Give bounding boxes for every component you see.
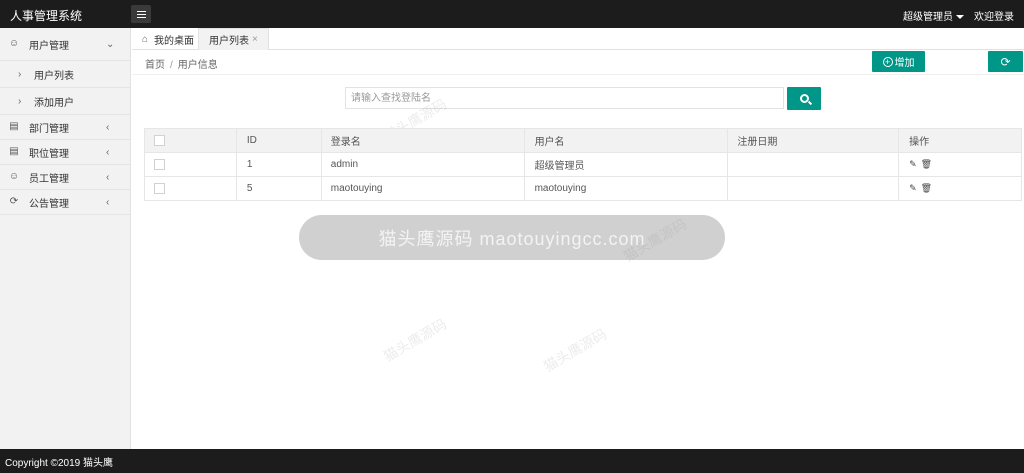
cell-date — [727, 176, 900, 201]
megaphone-icon: ⟳ — [9, 196, 19, 207]
sidebar-item-label: 员工管理 — [29, 173, 69, 185]
row-checkbox[interactable] — [154, 182, 165, 194]
sidebar-item-label: 职位管理 — [29, 148, 69, 160]
chevron-left-icon: ‹ — [106, 171, 110, 183]
add-button[interactable]: + 增加 — [872, 51, 925, 72]
tab-bar: ⌂ 我的桌面 用户列表 × — [132, 28, 1024, 50]
row-checkbox[interactable] — [154, 158, 165, 170]
cell-username: maotouying — [523, 176, 729, 201]
user-menu-label: 超级管理员 — [903, 12, 953, 23]
tab-user-list[interactable]: 用户列表 × — [198, 28, 269, 50]
tab-home[interactable]: ⌂ 我的桌面 — [136, 28, 194, 50]
cell-actions: ✎ 🗑 — [898, 176, 1022, 201]
sidebar-item-department[interactable]: ▤ 部门管理 ‹ — [0, 115, 130, 140]
chevron-down-icon: ⌄ — [106, 38, 115, 50]
refresh-icon: ⟳ — [1000, 54, 1011, 69]
cell-username: 超级管理员 — [523, 152, 729, 177]
table-header-row: ID 登录名 用户名 注册日期 操作 — [144, 128, 1022, 153]
sidebar-subitem-label: 用户列表 — [34, 70, 74, 82]
cell-date — [727, 152, 900, 177]
chevron-right-icon: › — [18, 95, 22, 107]
login-link[interactable]: 欢迎登录 — [974, 8, 1014, 23]
tab-home-label: 我的桌面 — [154, 35, 194, 47]
sidebar: ☺ 用户管理 ⌄ › 用户列表 › 添加用户 ▤ 部门管理 ‹ ▤ 职位管理 ‹… — [0, 28, 131, 449]
refresh-button[interactable]: ⟳ — [988, 51, 1023, 72]
breadcrumb-home[interactable]: 首页 — [145, 60, 165, 71]
users-icon: ☺ — [8, 171, 20, 182]
divider — [132, 74, 1024, 75]
chevron-right-icon: › — [18, 68, 22, 80]
sidebar-item-announcement[interactable]: ⟳ 公告管理 ‹ — [0, 190, 130, 215]
sidebar-subitem-label: 添加用户 — [34, 97, 74, 109]
hamburger-icon — [136, 10, 146, 12]
trash-icon[interactable]: 🗑 — [921, 183, 932, 194]
sidebar-item-label: 用户管理 — [29, 40, 69, 52]
cell-login: admin — [320, 152, 525, 177]
sidebar-item-label: 公告管理 — [29, 198, 69, 210]
sidebar-subitem-user-list[interactable]: › 用户列表 — [0, 61, 130, 88]
column-header-username: 用户名 — [523, 128, 729, 153]
trash-icon[interactable]: 🗑 — [921, 159, 932, 170]
plus-circle-icon: + — [882, 56, 893, 67]
edit-icon[interactable]: ✎ — [909, 159, 917, 170]
briefcase-icon: ▤ — [9, 146, 19, 157]
edit-icon[interactable]: ✎ — [909, 183, 917, 194]
caret-down-icon — [956, 15, 964, 20]
cell-id: 5 — [235, 176, 322, 201]
user-icon: ☺ — [8, 38, 20, 49]
search-input[interactable] — [345, 87, 784, 109]
footer-copyright: Copyright ©2019 猫头鹰 — [5, 457, 113, 469]
add-button-label: 增加 — [894, 58, 915, 69]
sidebar-item-position[interactable]: ▤ 职位管理 ‹ — [0, 140, 130, 165]
breadcrumb: 首页 / 用户信息 — [145, 56, 218, 71]
table-row: 1 admin 超级管理员 ✎ 🗑 — [144, 152, 1022, 177]
column-header-login: 登录名 — [320, 128, 525, 153]
sidebar-item-user-management[interactable]: ☺ 用户管理 ⌄ — [0, 28, 130, 61]
user-table: ID 登录名 用户名 注册日期 操作 1 admin 超级管理员 ✎ 🗑 5 ma… — [144, 128, 1022, 201]
sidebar-item-employee[interactable]: ☺ 员工管理 ‹ — [0, 165, 130, 190]
chevron-left-icon: ‹ — [106, 146, 110, 158]
top-bar: 人事管理系统 超级管理员 欢迎登录 — [0, 0, 1024, 28]
breadcrumb-current: 用户信息 — [177, 60, 218, 71]
app-title: 人事管理系统 — [10, 9, 83, 23]
user-menu-dropdown[interactable]: 超级管理员 — [903, 8, 964, 23]
column-header-id: ID — [235, 128, 322, 153]
chevron-left-icon: ‹ — [106, 121, 110, 133]
chevron-left-icon: ‹ — [106, 196, 110, 208]
table-row: 5 maotouying maotouying ✎ 🗑 — [144, 176, 1022, 201]
close-icon[interactable]: × — [252, 34, 258, 45]
watermark-text: 猫头鹰源码 — [380, 315, 450, 365]
select-all-checkbox[interactable] — [154, 134, 165, 146]
sidebar-subitem-add-user[interactable]: › 添加用户 — [0, 88, 130, 115]
home-icon: ⌂ — [142, 33, 149, 45]
cell-id: 1 — [235, 152, 322, 177]
watermark-text: 猫头鹰源码 — [540, 325, 610, 375]
search-icon — [799, 94, 809, 103]
column-header-actions: 操作 — [898, 128, 1022, 153]
footer: Copyright ©2019 猫头鹰 — [0, 449, 1024, 473]
sidebar-item-label: 部门管理 — [29, 123, 69, 135]
watermark-banner: 猫头鹰源码 maotouyingcc.com — [299, 215, 725, 260]
cell-actions: ✎ 🗑 — [898, 152, 1022, 177]
cell-login: maotouying — [320, 176, 525, 201]
menu-toggle-button[interactable] — [131, 5, 151, 23]
tab-user-list-label: 用户列表 — [209, 36, 249, 47]
building-icon: ▤ — [9, 121, 19, 132]
search-button[interactable] — [787, 87, 821, 110]
breadcrumb-separator: / — [170, 60, 173, 71]
column-header-date: 注册日期 — [727, 128, 900, 153]
select-all-cell — [144, 128, 237, 153]
